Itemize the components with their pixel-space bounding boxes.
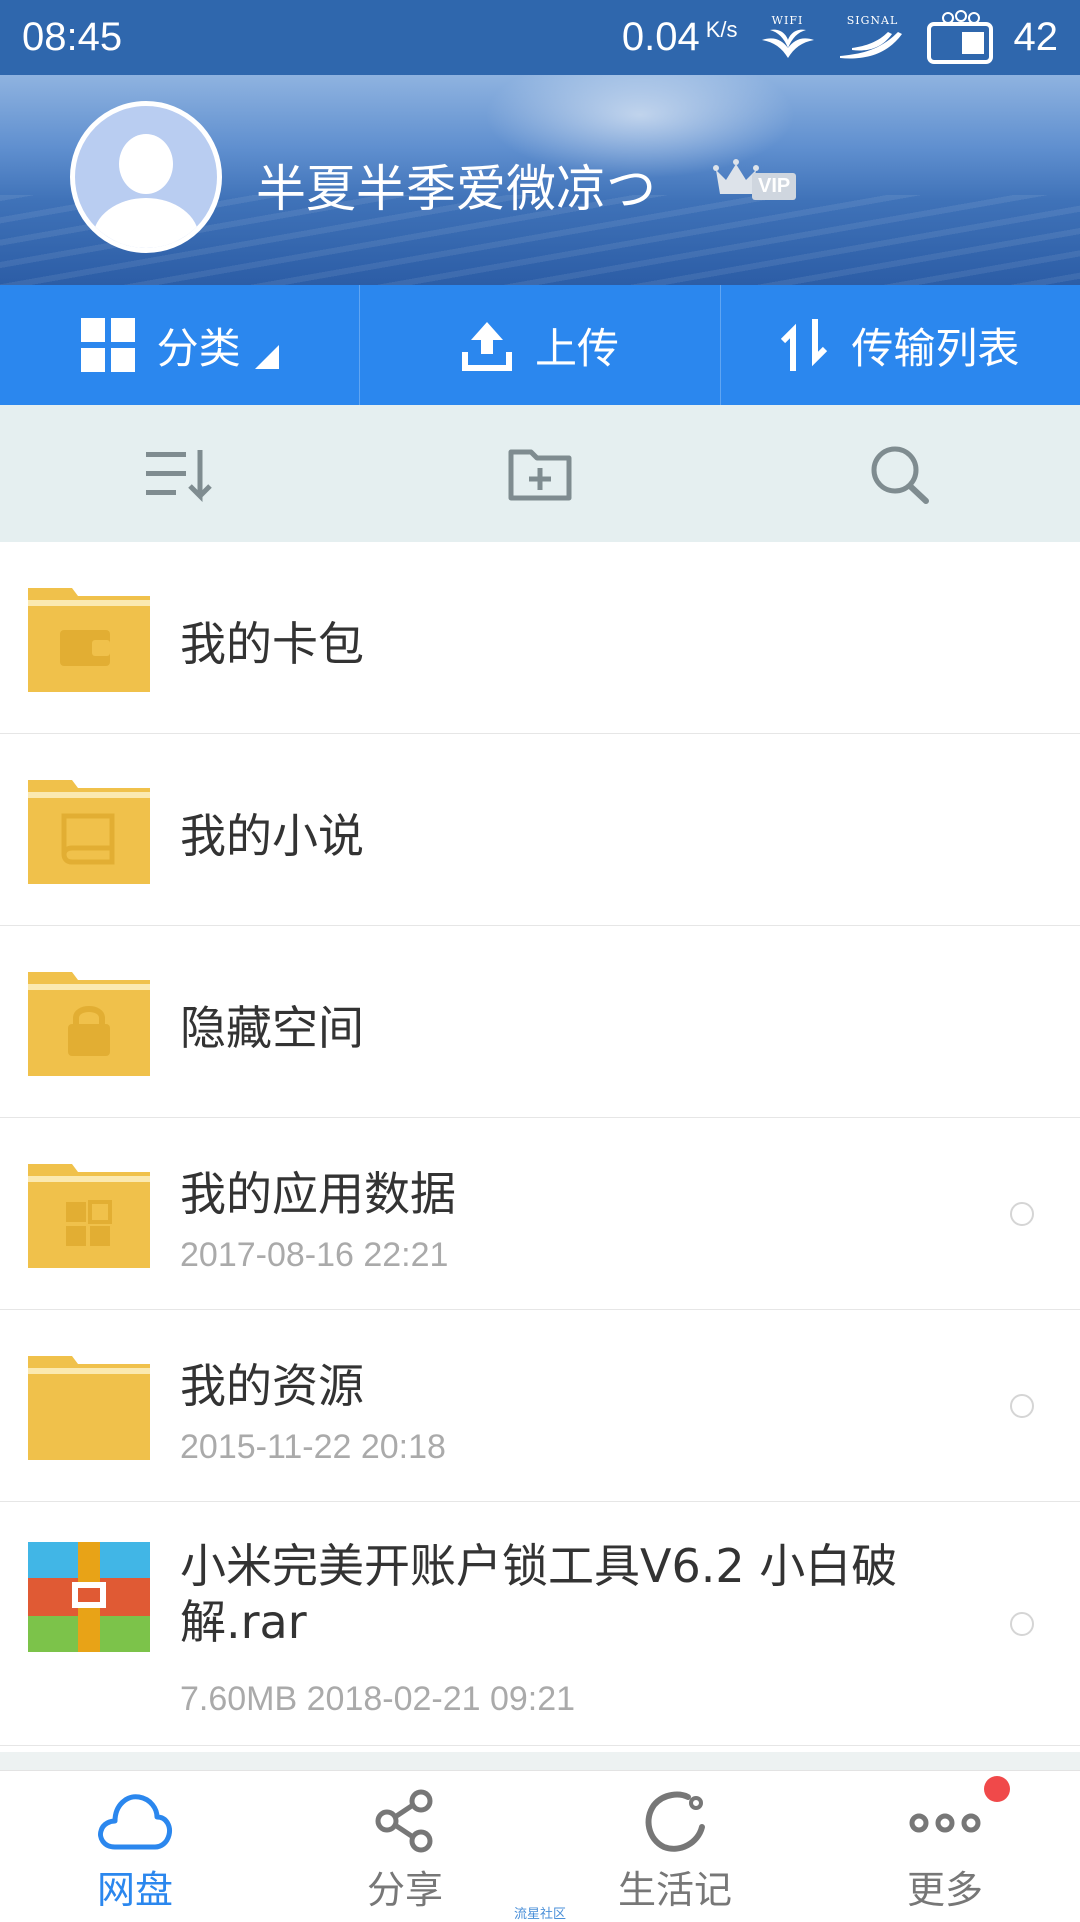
new-folder-button[interactable] — [360, 405, 720, 542]
file-name: 我的应用数据 — [180, 1167, 456, 1221]
list-item[interactable]: 小米完美开账户锁工具V6.2 小白破解.rar 7.60MB 2018-02-2… — [0, 1502, 1080, 1746]
nav-netdisk[interactable]: 网盘 — [0, 1771, 270, 1921]
wifi-icon: WIFI — [756, 15, 820, 60]
more-icon — [909, 1813, 981, 1833]
nav-more[interactable]: 更多 — [810, 1771, 1080, 1921]
list-item[interactable]: 我的应用数据 2017-08-16 22:21 — [0, 1118, 1080, 1310]
wifi-caption: WIFI — [771, 14, 804, 27]
list-item[interactable]: 我的卡包 — [0, 542, 1080, 734]
username[interactable]: 半夏半季爱微凉つ — [256, 149, 656, 221]
list-item[interactable]: 隐藏空间 — [0, 926, 1080, 1118]
signal-icon: SIGNAL — [838, 15, 908, 60]
battery-icon — [926, 9, 993, 64]
status-right: 0.04 K/s WIFI SIGNAL 42 — [622, 9, 1059, 66]
file-name: 隐藏空间 — [180, 1001, 364, 1055]
cloud-icon — [98, 1794, 172, 1850]
vip-label: VIP — [752, 173, 797, 200]
file-name: 我的卡包 — [180, 617, 364, 671]
upload-button[interactable]: 上传 — [359, 285, 719, 405]
upload-label: 上传 — [534, 323, 619, 373]
file-list: 我的卡包 我的小说 隐藏空间 我的应用数据 2017-08-16 22:21 我… — [0, 542, 1080, 1746]
network-speed-unit: K/s — [705, 17, 738, 42]
network-speed: 0.04 K/s — [622, 15, 738, 60]
nav-share-label: 分享 — [366, 1868, 443, 1912]
search-icon — [871, 446, 929, 504]
refresh-icon — [645, 1791, 705, 1852]
sort-icon — [146, 449, 212, 502]
sort-button[interactable] — [0, 405, 360, 542]
watermark: 流星社区 — [514, 1907, 567, 1922]
file-name: 我的资源 — [180, 1359, 364, 1413]
bottom-nav: 网盘 分享 生活记 更多 — [0, 1770, 1080, 1921]
nav-life[interactable]: 生活记 — [540, 1771, 810, 1921]
nav-netdisk-label: 网盘 — [96, 1868, 173, 1912]
transfer-list-label: 传输列表 — [851, 323, 1020, 373]
caret-down-icon — [254, 345, 279, 369]
wallet-folder-icon — [28, 588, 150, 692]
list-bottom-gap — [0, 1752, 1080, 1770]
list-item[interactable]: 我的资源 2015-11-22 20:18 — [0, 1310, 1080, 1502]
transfer-list-button[interactable]: 传输列表 — [719, 285, 1080, 405]
status-bar: 08:45 0.04 K/s WIFI SIGNAL 42 — [0, 0, 1080, 75]
select-radio[interactable] — [1010, 1394, 1034, 1418]
signal-caption: SIGNAL — [846, 14, 899, 27]
category-button[interactable]: 分类 — [0, 285, 359, 405]
battery-level: 42 — [1013, 15, 1059, 59]
file-name: 小米完美开账户锁工具V6.2 小白破解.rar — [180, 1539, 898, 1649]
transfer-icon — [781, 319, 828, 371]
status-time: 08:45 — [22, 15, 123, 59]
book-folder-icon — [28, 780, 150, 884]
file-date: 2017-08-16 22:21 — [180, 1236, 449, 1274]
file-toolbar — [0, 405, 1080, 542]
lock-folder-icon — [28, 972, 150, 1076]
file-date: 2015-11-22 20:18 — [180, 1428, 446, 1466]
apps-folder-icon — [28, 1164, 150, 1268]
profile-banner: 半夏半季爱微凉つ VIP — [0, 75, 1080, 285]
search-button[interactable] — [720, 405, 1080, 542]
archive-icon — [28, 1542, 150, 1652]
select-radio[interactable] — [1010, 1612, 1034, 1636]
file-name: 我的小说 — [180, 809, 364, 863]
list-item[interactable]: 我的小说 — [0, 734, 1080, 926]
nav-more-label: 更多 — [906, 1868, 983, 1912]
category-label: 分类 — [156, 323, 241, 373]
nav-life-label: 生活记 — [617, 1868, 732, 1912]
action-bar: 分类 上传 传输列表 — [0, 285, 1080, 405]
select-radio[interactable] — [1010, 1202, 1034, 1226]
upload-icon — [461, 322, 512, 371]
nav-share[interactable]: 分享 — [270, 1771, 540, 1921]
new-folder-icon — [508, 449, 572, 500]
folder-icon — [28, 1356, 150, 1460]
share-icon — [375, 1789, 433, 1853]
grid-icon — [80, 318, 135, 372]
vip-badge[interactable]: VIP — [712, 155, 797, 200]
network-speed-value: 0.04 — [621, 15, 700, 59]
file-size-date: 7.60MB 2018-02-21 09:21 — [180, 1680, 576, 1718]
avatar[interactable] — [70, 101, 222, 253]
notification-badge — [984, 1776, 1010, 1802]
